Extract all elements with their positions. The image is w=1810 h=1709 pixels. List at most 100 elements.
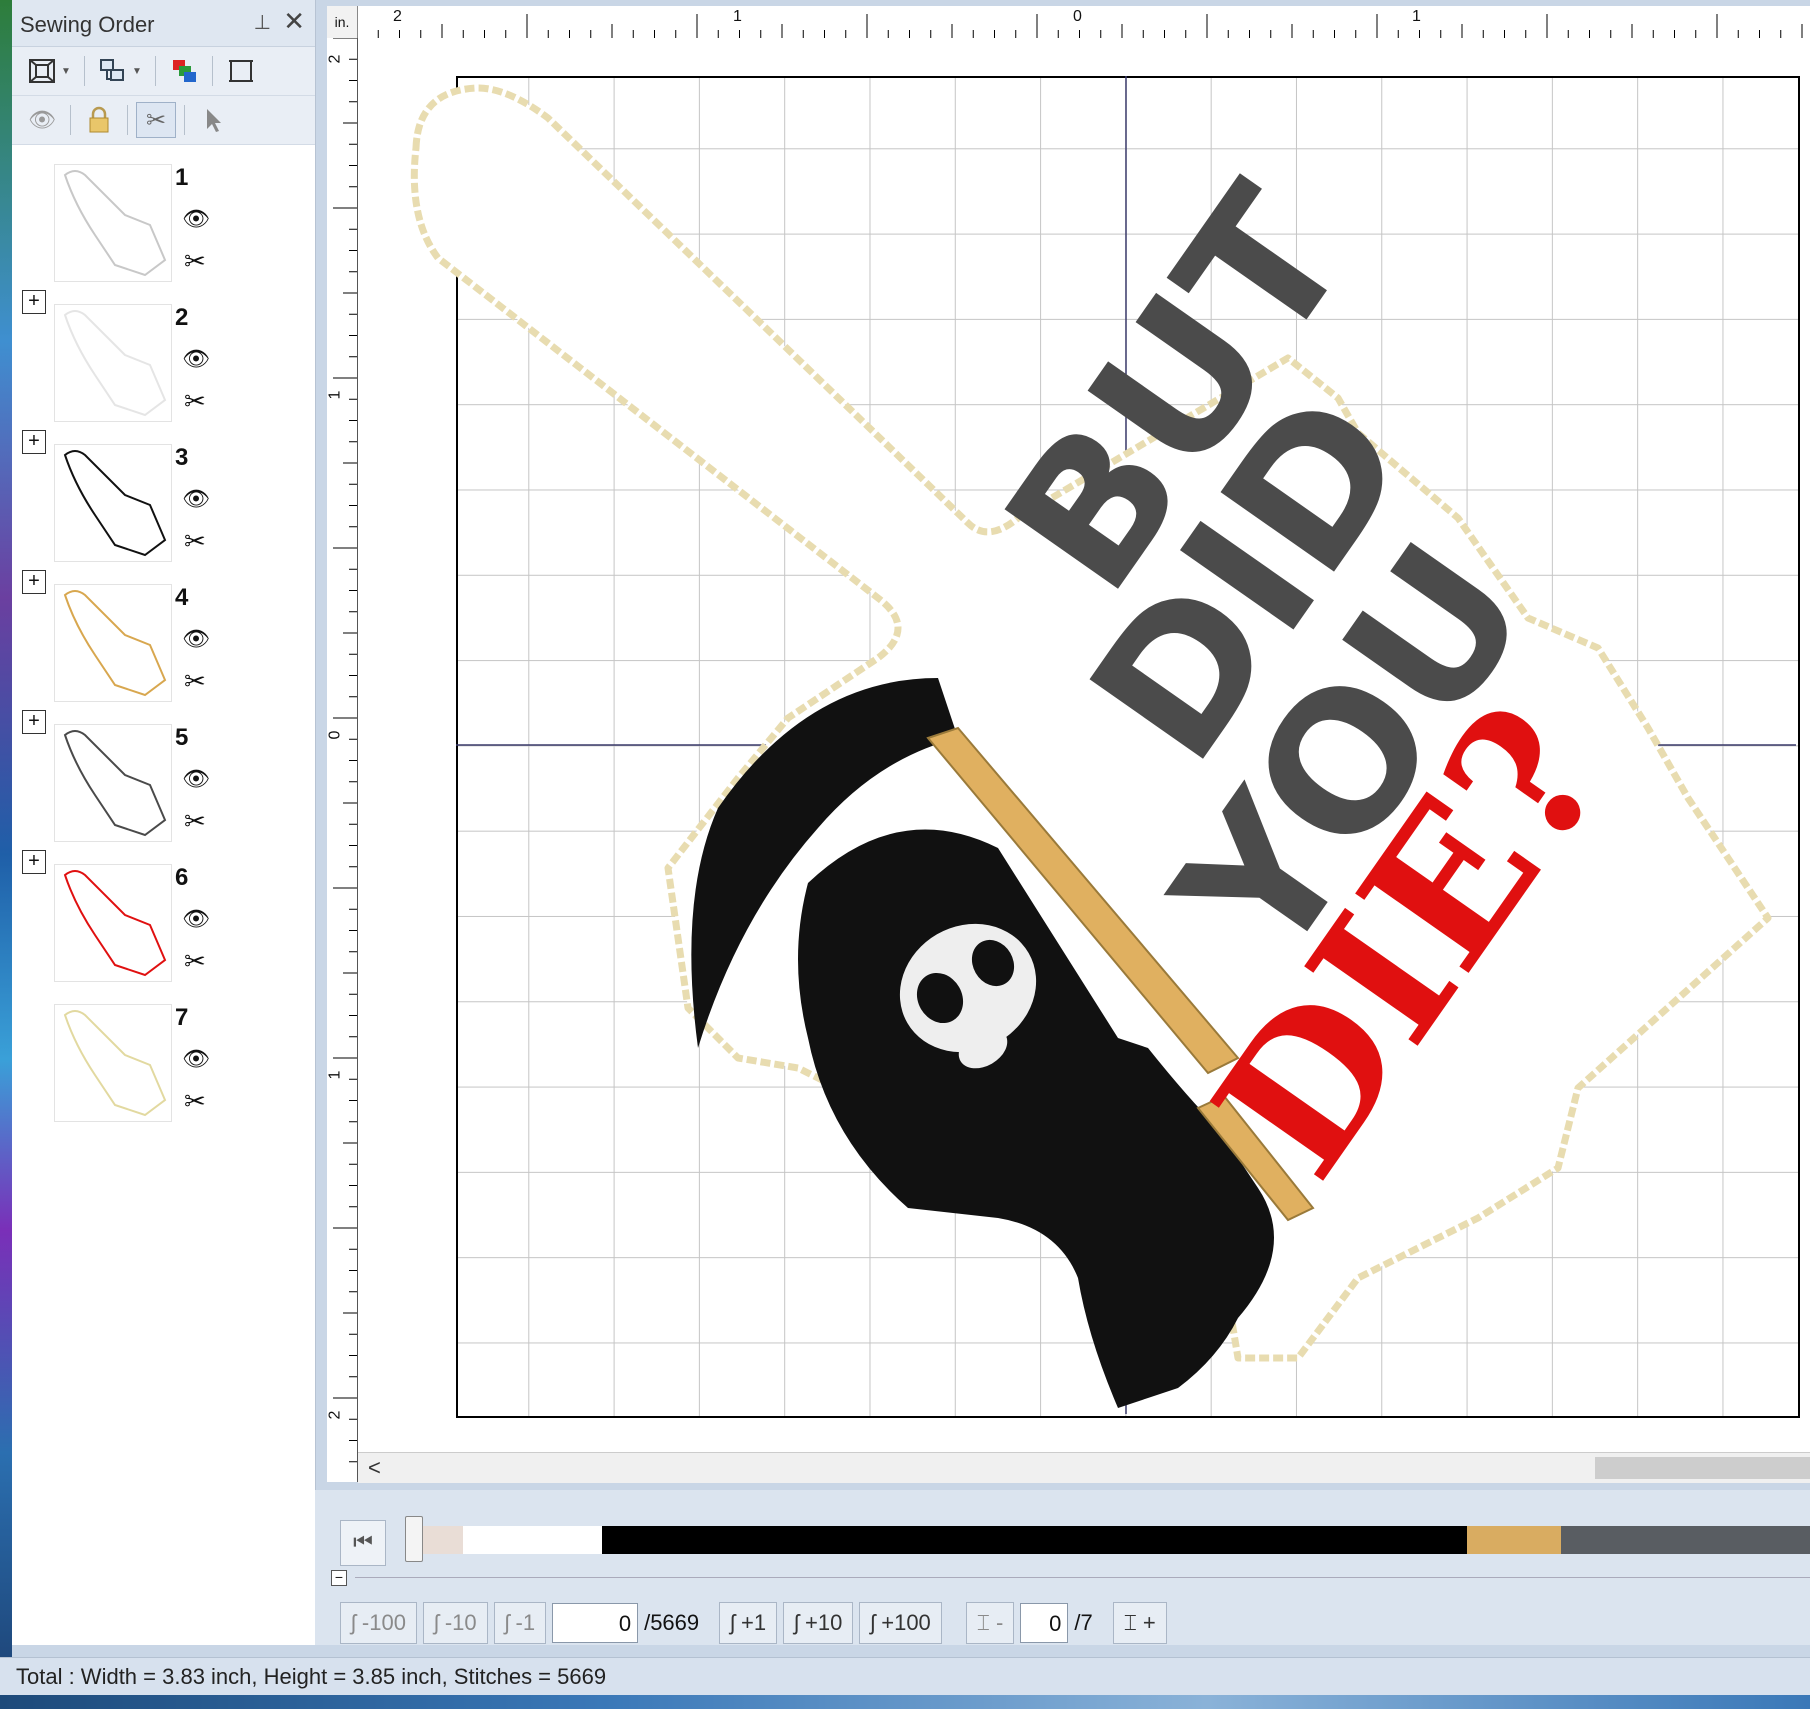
- left-ruler-ticks: [333, 38, 357, 1463]
- sewing-order-item[interactable]: 7 👁 ✂: [12, 986, 315, 1126]
- collapse-icon[interactable]: −: [331, 1570, 347, 1586]
- toolbar-separator: [84, 56, 85, 86]
- toolbar-separator: [155, 56, 156, 86]
- color-total: /7: [1074, 1610, 1093, 1635]
- stitch-minus-1-button[interactable]: ʃ -1: [493, 1602, 547, 1644]
- thumbnail-preview: [63, 590, 167, 697]
- item-thumbnail[interactable]: [54, 444, 172, 562]
- needle-icon[interactable]: ✂: [184, 1088, 206, 1114]
- color-plus-button[interactable]: ⌶ +: [1112, 1602, 1167, 1644]
- eye-icon[interactable]: 👁: [182, 626, 210, 652]
- stitch-plus-10-button[interactable]: ʃ +10: [783, 1602, 854, 1644]
- item-number: 7: [175, 1004, 189, 1031]
- color-minus-button[interactable]: ⌶ -: [965, 1602, 1015, 1644]
- color-order-icon: [173, 60, 196, 82]
- eye-icon[interactable]: 👁: [182, 206, 210, 232]
- ruler-unit: in.: [327, 6, 358, 38]
- visibility-toggle-button[interactable]: 👁: [22, 102, 62, 138]
- expand-icon[interactable]: +: [22, 290, 46, 314]
- fit-to-view-button[interactable]: ▼: [22, 53, 76, 89]
- select-arrow-icon: [207, 109, 221, 132]
- needle-icon[interactable]: ✂: [184, 948, 206, 974]
- sewing-order-item[interactable]: + 2 👁 ✂: [12, 286, 315, 426]
- lock-icon: [89, 106, 109, 133]
- needle-icon: ʃ: [433, 1610, 439, 1635]
- hoop-button[interactable]: [221, 53, 261, 89]
- color-segment[interactable]: [1561, 1526, 1810, 1554]
- group-icon: [100, 59, 125, 81]
- item-thumbnail[interactable]: [54, 584, 172, 702]
- item-number: 5: [175, 724, 189, 751]
- eye-icon[interactable]: 👁: [182, 1046, 210, 1072]
- color-order-button[interactable]: [164, 53, 204, 89]
- color-position-input[interactable]: 0: [1020, 1603, 1069, 1643]
- stitch-color-bar[interactable]: [423, 1526, 1810, 1554]
- stitch-plus-1-button[interactable]: ʃ +1: [719, 1602, 778, 1644]
- thumbnail-preview: [63, 170, 167, 277]
- button-label: -1: [515, 1610, 536, 1635]
- button-label: -100: [361, 1610, 406, 1635]
- hoop-icon: ⌶: [976, 1610, 990, 1635]
- panel-toolbar-top: ▼ ▼: [12, 47, 315, 96]
- ruler-label: 1: [326, 390, 344, 400]
- item-thumbnail[interactable]: [54, 1004, 172, 1122]
- expand-icon[interactable]: +: [22, 570, 46, 594]
- lock-button[interactable]: [79, 102, 119, 138]
- needle-icon[interactable]: ✂: [184, 388, 206, 414]
- item-thumbnail[interactable]: [54, 724, 172, 842]
- stitch-player: ⏮ − ʃ -100 ʃ -10 ʃ -1 0 /5669 ʃ +1 ʃ +10 ʃ +10…: [315, 1490, 1810, 1645]
- expand-icon[interactable]: +: [22, 850, 46, 874]
- select-button[interactable]: [193, 102, 233, 138]
- color-segment[interactable]: [423, 1526, 463, 1554]
- thumbnail-preview: [63, 730, 167, 837]
- needle-icon[interactable]: ✂: [184, 668, 206, 694]
- horizontal-scrollbar[interactable]: <: [358, 1452, 1810, 1483]
- design-canvas[interactable]: BUT DID YOU DIE?: [358, 38, 1810, 1482]
- needle-icon[interactable]: ✂: [184, 248, 206, 274]
- pin-icon[interactable]: ⊥: [254, 10, 271, 35]
- sewing-order-item[interactable]: 1 👁 ✂: [12, 146, 315, 286]
- needle-icon[interactable]: ✂: [184, 808, 206, 834]
- scrollbar-thumb[interactable]: [1595, 1457, 1810, 1479]
- stitch-minus-10-button[interactable]: ʃ -10: [422, 1602, 488, 1644]
- item-thumbnail[interactable]: [54, 304, 172, 422]
- item-thumbnail[interactable]: [54, 864, 172, 982]
- eye-icon[interactable]: 👁: [182, 766, 210, 792]
- item-thumbnail[interactable]: [54, 164, 172, 282]
- sewing-order-item[interactable]: + 3 👁 ✂: [12, 426, 315, 566]
- close-icon[interactable]: ✕: [283, 6, 305, 37]
- sewing-order-item[interactable]: + 6 👁 ✂: [12, 846, 315, 986]
- group-button[interactable]: ▼: [93, 53, 147, 89]
- color-segment[interactable]: [462, 1526, 602, 1554]
- color-segment[interactable]: [601, 1526, 1467, 1554]
- embroidery-design[interactable]: BUT DID YOU DIE?: [358, 38, 1810, 1458]
- stitch-position-input[interactable]: 0: [552, 1603, 639, 1643]
- needle-toggle-button[interactable]: ✂: [136, 102, 176, 138]
- item-number: 4: [175, 584, 189, 611]
- expand-icon[interactable]: +: [22, 710, 46, 734]
- sewing-order-item[interactable]: + 5 👁 ✂: [12, 706, 315, 846]
- ruler-label: 2: [326, 1410, 344, 1420]
- scroll-left-icon[interactable]: <: [368, 1455, 381, 1481]
- sewing-order-item[interactable]: + 4 👁 ✂: [12, 566, 315, 706]
- toolbar-separator: [212, 56, 213, 86]
- color-segment[interactable]: [1466, 1526, 1562, 1554]
- ruler-label: 1: [326, 1070, 344, 1080]
- stitch-controls: ʃ -100 ʃ -10 ʃ -1 0 /5669 ʃ +1 ʃ +10 ʃ +100 ⌶ -…: [340, 1602, 1167, 1644]
- needle-icon[interactable]: ✂: [184, 528, 206, 554]
- item-number: 3: [175, 444, 189, 471]
- fit-to-view-icon: [29, 59, 56, 83]
- expand-icon[interactable]: +: [22, 430, 46, 454]
- go-to-start-button[interactable]: ⏮: [340, 1520, 386, 1566]
- top-ruler-ticks: [356, 14, 1803, 38]
- stitch-slider-knob[interactable]: [405, 1516, 423, 1562]
- stitch-plus-100-button[interactable]: ʃ +100: [859, 1602, 942, 1644]
- ruler-label: 0: [1073, 8, 1082, 25]
- needle-icon: ʃ: [351, 1610, 356, 1635]
- needle-icon: ʃ: [730, 1610, 736, 1635]
- stitch-minus-100-button[interactable]: ʃ -100: [340, 1602, 417, 1644]
- thumbnail-preview: [63, 310, 167, 417]
- eye-icon[interactable]: 👁: [182, 906, 210, 932]
- eye-icon[interactable]: 👁: [182, 486, 210, 512]
- eye-icon[interactable]: 👁: [182, 346, 210, 372]
